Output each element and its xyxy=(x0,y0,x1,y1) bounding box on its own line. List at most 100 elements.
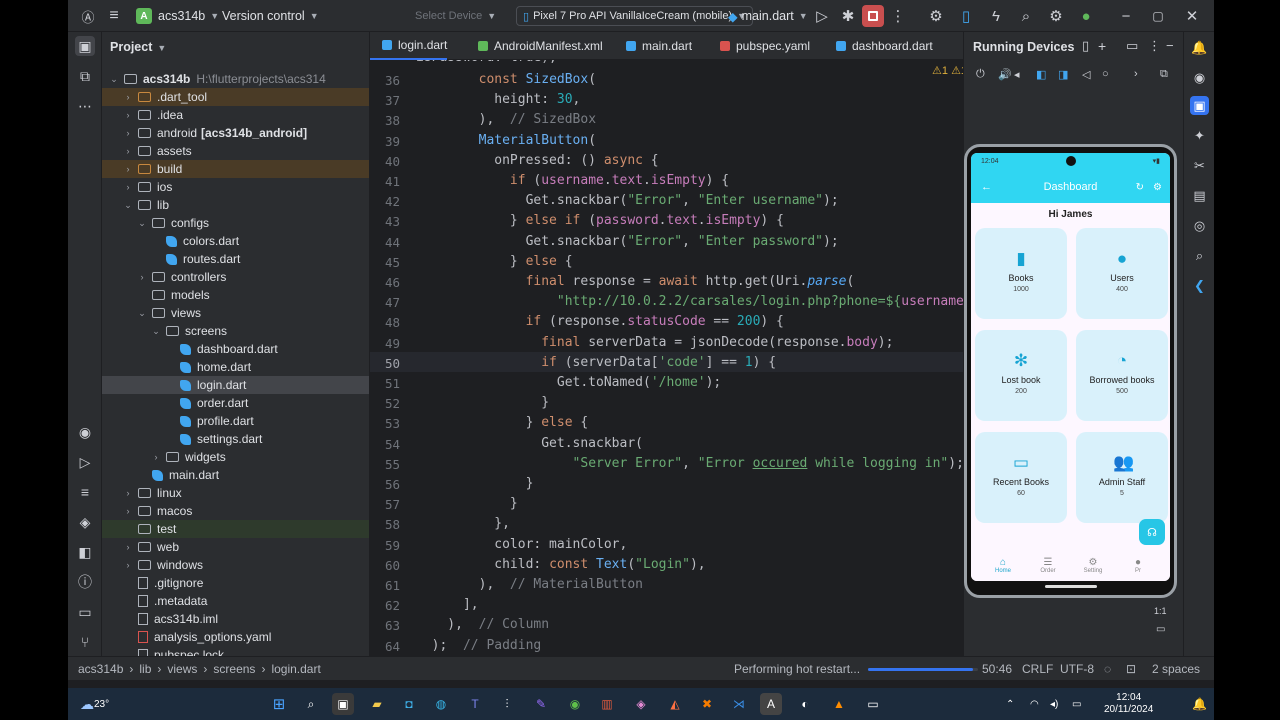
tab-main-dart[interactable]: main.dart xyxy=(614,32,692,60)
more-tools-icon[interactable]: ⋯ xyxy=(75,96,95,116)
tree-item[interactable]: ⌄ screens xyxy=(102,322,369,340)
screenshot-icon[interactable]: ⧉ xyxy=(1160,68,1168,81)
problems-icon[interactable]: ⓘ xyxy=(75,572,95,592)
power-icon[interactable]: ⏻ xyxy=(976,68,985,81)
indent-setting[interactable]: 2 spaces xyxy=(1152,657,1200,681)
debug-icon[interactable]: ✱ xyxy=(838,0,858,32)
lock-icon[interactable]: ⊡ xyxy=(1126,657,1136,681)
dashboard-card-books[interactable]: ▮ Books 1000 xyxy=(975,228,1067,319)
tree-item[interactable]: › macos xyxy=(102,502,369,520)
tree-item[interactable]: test xyxy=(102,520,369,538)
layout-icon[interactable]: ▭ xyxy=(1126,38,1138,54)
chevron-right-icon[interactable]: › xyxy=(122,164,134,174)
code-editor[interactable]: 36 37 38 39 40 41 42 43 44 45 46 47 48 49 50 51 52 53 54 55… xyxy=(370,60,1030,656)
terminal-icon[interactable]: ▭ xyxy=(862,693,884,715)
chevron-down-icon[interactable]: ⌄ xyxy=(122,200,134,211)
xampp-icon[interactable]: ✖ xyxy=(696,693,718,715)
tree-item[interactable]: analysis_options.yaml xyxy=(102,628,369,646)
teams-icon[interactable]: T xyxy=(464,693,486,715)
chevron-right-icon[interactable]: › xyxy=(122,92,134,102)
tree-item[interactable]: dashboard.dart xyxy=(102,340,369,358)
gradle-icon[interactable]: ◉ xyxy=(1190,68,1209,87)
device-manager-icon[interactable]: ▯ xyxy=(956,0,976,32)
notifications-icon[interactable]: 🔔 xyxy=(1190,38,1209,57)
chevron-right-icon[interactable]: › xyxy=(122,128,134,138)
back-icon[interactable]: ◁ xyxy=(1082,68,1090,81)
tree-item[interactable]: › ios xyxy=(102,178,369,196)
tree-item[interactable]: ⌄ lib xyxy=(102,196,369,214)
maximize-icon[interactable]: ▢ xyxy=(1148,0,1168,32)
project-folder-icon[interactable]: ▣ xyxy=(75,36,95,56)
mixer-icon[interactable]: ⫶ xyxy=(496,693,518,715)
copilot-app-icon[interactable]: ◈ xyxy=(630,693,652,715)
tree-item[interactable]: order.dart xyxy=(102,394,369,412)
vscode-icon[interactable]: ⋊ xyxy=(728,693,750,715)
nav-item-pr[interactable]: ● Pr xyxy=(1118,557,1158,574)
nav-item-home[interactable]: ⌂ Home xyxy=(983,557,1023,574)
task-view-icon[interactable]: ▣ xyxy=(332,693,354,715)
running-devices-icon[interactable]: ▣ xyxy=(1190,96,1209,115)
notification-bell-icon[interactable]: 🔔 xyxy=(1192,688,1207,720)
dart-devtools-icon[interactable]: ◈ xyxy=(75,512,95,532)
office-icon[interactable]: ▥ xyxy=(596,693,618,715)
fit-screen-icon[interactable]: ▭ xyxy=(1156,624,1165,635)
breadcrumb-item[interactable]: acs314b xyxy=(78,662,123,676)
weather-widget[interactable]: ☁ 23° xyxy=(80,688,109,720)
background-task[interactable]: Performing hot restart... xyxy=(734,657,979,681)
edge-icon[interactable]: ◍ xyxy=(430,693,452,715)
tray-overflow-chevron-icon[interactable]: ⌃ xyxy=(1006,688,1014,720)
dashboard-card-users[interactable]: ● Users 400 xyxy=(1076,228,1168,319)
chevron-down-icon[interactable]: ⌄ xyxy=(150,326,162,337)
brave-icon[interactable]: ◭ xyxy=(664,693,686,715)
tree-item[interactable]: › build xyxy=(102,160,369,178)
battery-tray-icon[interactable]: ▭ xyxy=(1072,688,1081,720)
obs-icon[interactable]: ◐ xyxy=(794,693,816,715)
hot-reload-icon[interactable]: ϟ xyxy=(986,0,1006,32)
home-icon[interactable]: ○ xyxy=(1102,68,1109,80)
tree-item[interactable]: ⌄ configs xyxy=(102,214,369,232)
tree-item[interactable]: main.dart xyxy=(102,466,369,484)
file-explorer-icon[interactable]: ▰ xyxy=(366,693,388,715)
tree-item[interactable]: › controllers xyxy=(102,268,369,286)
vlc-icon[interactable]: ▲ xyxy=(828,693,850,715)
breadcrumb-item[interactable]: lib xyxy=(139,662,151,676)
tree-item[interactable]: routes.dart xyxy=(102,250,369,268)
version-control-menu[interactable]: Version control ▼ xyxy=(222,0,319,32)
tree-item[interactable]: › web xyxy=(102,538,369,556)
overflow-icon[interactable]: › xyxy=(1134,68,1138,80)
support-fab[interactable]: ☊ xyxy=(1139,519,1165,545)
chevron-right-icon[interactable]: › xyxy=(122,110,134,120)
tree-item[interactable]: acs314b.iml xyxy=(102,610,369,628)
breadcrumb-item[interactable]: screens xyxy=(213,662,255,676)
tree-item[interactable]: › .dart_tool xyxy=(102,88,369,106)
flutter-outline-icon[interactable]: ❮ xyxy=(1190,276,1209,295)
rotate-left-icon[interactable]: ◧ xyxy=(1036,68,1046,81)
avatar[interactable]: ● xyxy=(1076,0,1096,32)
dashboard-card-lost-book[interactable]: ✻ Lost book 200 xyxy=(975,330,1067,421)
layout-inspector-icon[interactable]: ⌕ xyxy=(1190,246,1209,265)
tab-androidmanifest-xml[interactable]: AndroidManifest.xml xyxy=(466,32,603,60)
emulator-icon[interactable]: ◎ xyxy=(1190,216,1209,235)
run-icon[interactable]: ▷ xyxy=(812,0,832,32)
copilot-icon[interactable]: ✎ xyxy=(530,693,552,715)
tree-item[interactable]: › android [acs314b_android] xyxy=(102,124,369,142)
tab-login-dart[interactable]: login.dart xyxy=(370,32,448,60)
select-device-dropdown[interactable]: Select Device ▼ xyxy=(415,0,496,32)
panel-options-icon[interactable]: ⋮ xyxy=(1148,38,1161,54)
tree-item[interactable]: profile.dart xyxy=(102,412,369,430)
chevron-right-icon[interactable]: › xyxy=(150,452,162,462)
flutter-performance-icon[interactable]: ✂ xyxy=(1190,156,1209,175)
project-panel-title[interactable]: Project ▼ xyxy=(110,40,166,54)
file-encoding[interactable]: UTF-8 xyxy=(1060,657,1094,681)
git-icon[interactable]: ⑂ xyxy=(75,632,95,652)
chevron-down-icon[interactable]: ⌄ xyxy=(136,308,148,319)
add-device-icon[interactable]: + xyxy=(1098,38,1106,54)
chrome-icon[interactable]: ◉ xyxy=(564,693,586,715)
android-studio-icon[interactable]: A xyxy=(760,693,782,715)
nav-item-order[interactable]: ☰ Order xyxy=(1028,557,1068,574)
chevron-right-icon[interactable]: › xyxy=(136,272,148,282)
read-only-icon[interactable]: ◌ xyxy=(1104,657,1111,681)
breadcrumb-item[interactable]: views xyxy=(167,662,197,676)
tree-item[interactable]: login.dart xyxy=(102,376,369,394)
chevron-down-icon[interactable]: ⌄ xyxy=(136,218,148,229)
